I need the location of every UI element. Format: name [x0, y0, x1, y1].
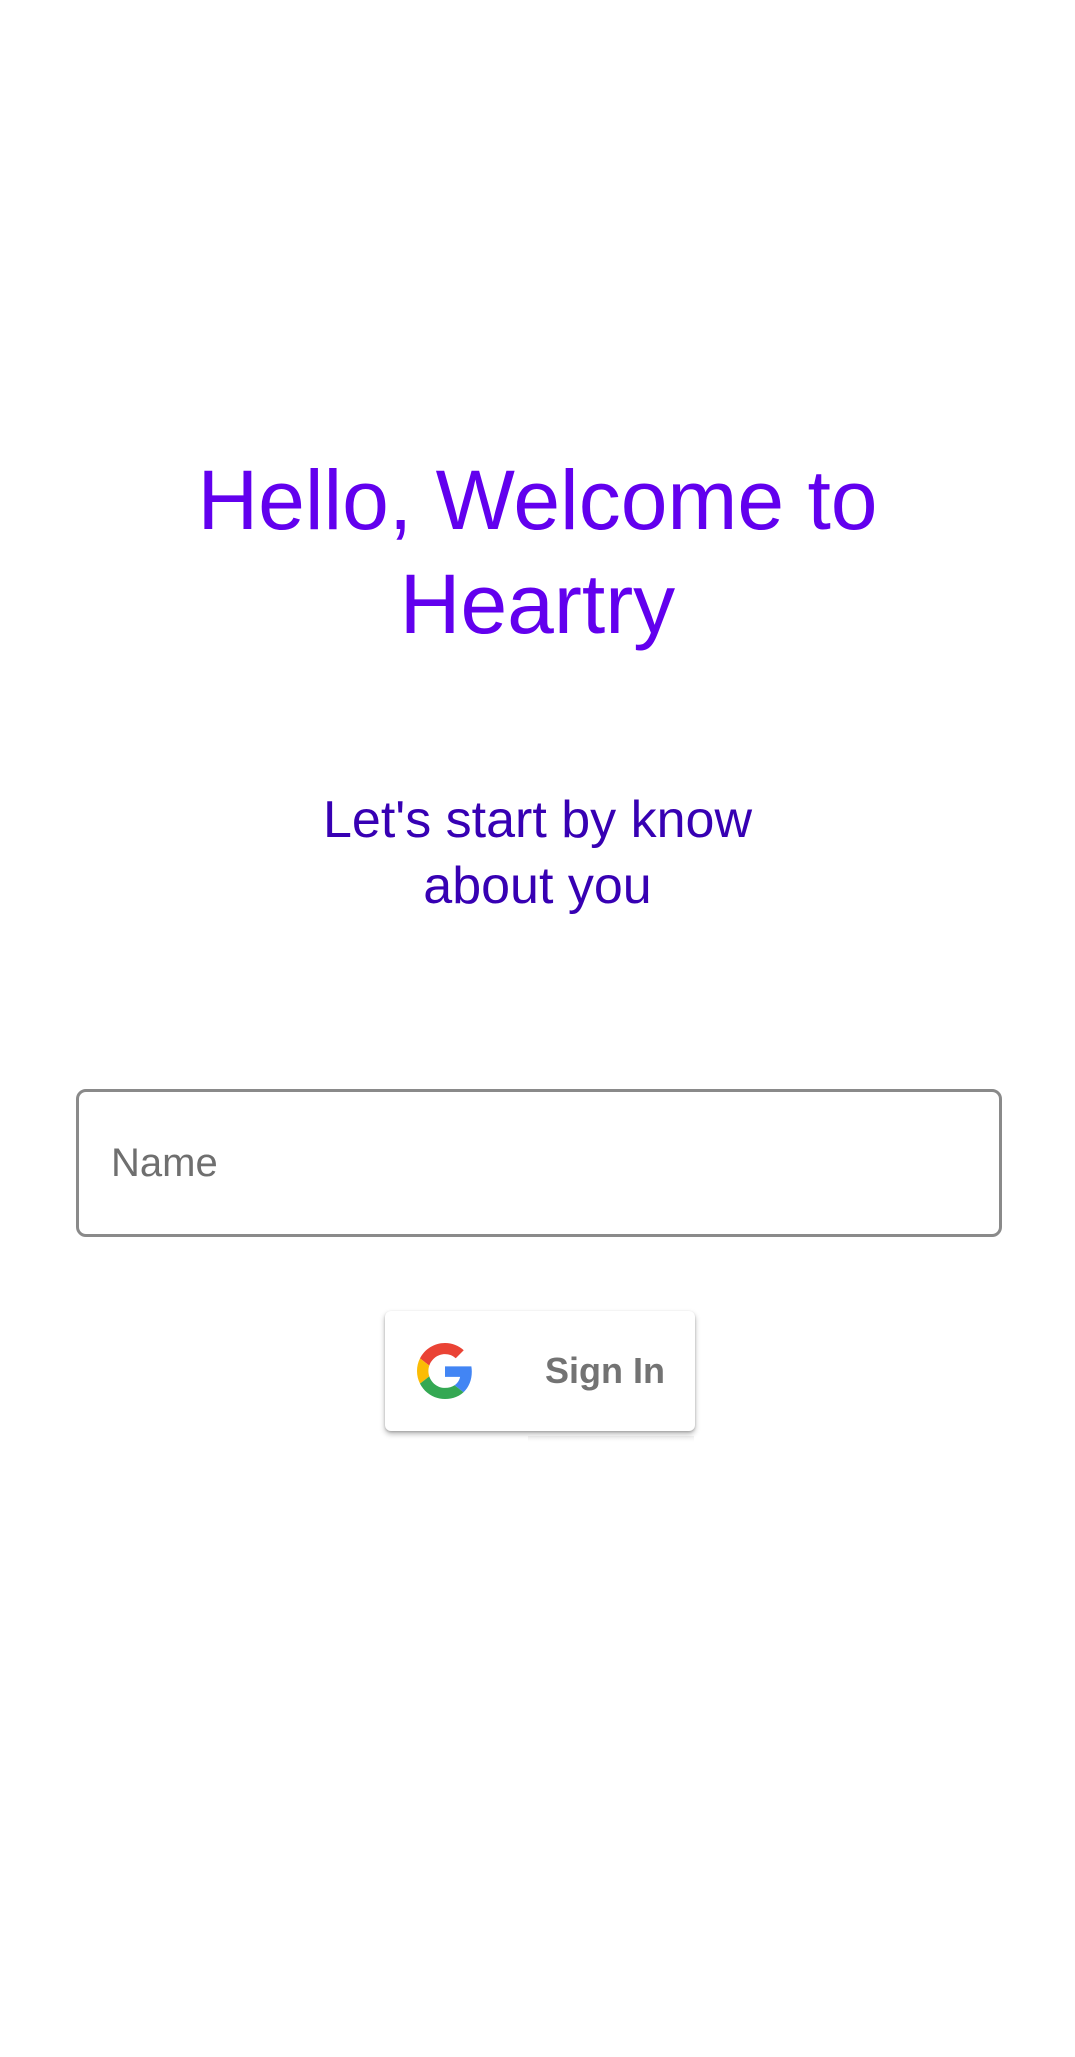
google-sign-in-button[interactable]: Sign In	[385, 1311, 695, 1431]
title-line-2: Heartry	[399, 557, 676, 651]
subtitle-line-2: about you	[423, 857, 652, 915]
page-title: Hello, Welcome to Heartry	[0, 448, 1075, 656]
page-subtitle: Let's start by know about you	[0, 787, 1075, 919]
welcome-screen: Hello, Welcome to Heartry Let's start by…	[0, 0, 1075, 2057]
sign-in-label: Sign In	[545, 1350, 665, 1391]
google-logo-icon	[417, 1343, 472, 1399]
button-shadow-divider	[528, 1436, 694, 1442]
name-field[interactable]	[76, 1089, 1002, 1237]
title-line-1: Hello, Welcome to	[197, 453, 878, 547]
subtitle-line-1: Let's start by know	[323, 791, 752, 849]
name-input[interactable]	[111, 1092, 971, 1234]
